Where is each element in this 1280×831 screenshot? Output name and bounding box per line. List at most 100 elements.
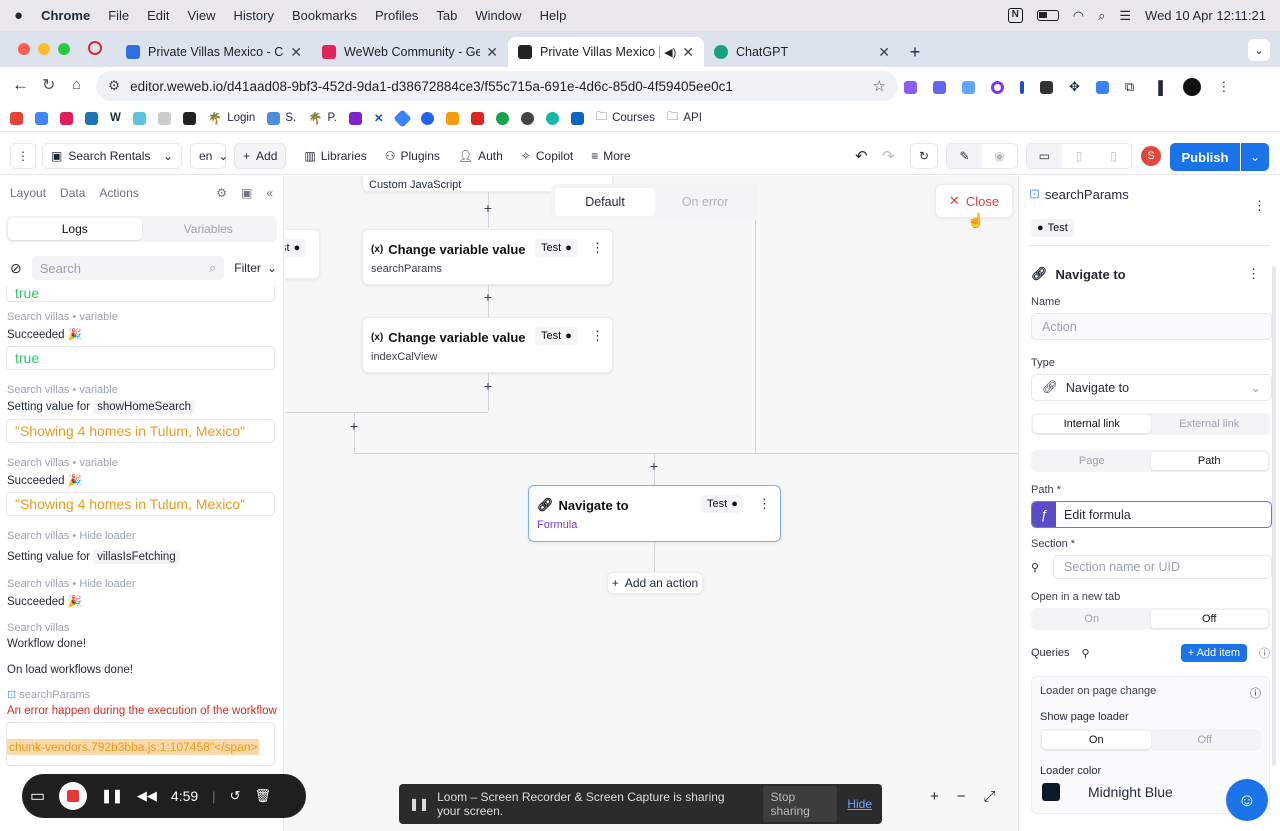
add-step-plus-icon[interactable]: + bbox=[482, 289, 494, 305]
menu-view[interactable]: View bbox=[188, 8, 216, 23]
tab-community[interactable]: WeWeb Community - Get help✕ bbox=[312, 37, 508, 67]
bookmark-icon[interactable] bbox=[445, 111, 459, 125]
bookmark-icon[interactable] bbox=[470, 111, 484, 125]
menu-window[interactable]: Window bbox=[475, 8, 521, 23]
clear-logs-icon[interactable]: ⊘ bbox=[10, 260, 22, 277]
navigate-to-card[interactable]: 🔗︎ Navigate to Formula Test ● ⋮ bbox=[528, 485, 781, 542]
card-menu-kebab-icon[interactable]: ⋮ bbox=[591, 328, 604, 344]
menu-kebab-button[interactable]: ⋮ bbox=[10, 142, 36, 169]
variables-tab[interactable]: Variables bbox=[142, 218, 276, 240]
bookmark-icon[interactable] bbox=[545, 111, 559, 125]
page-select[interactable]: ▣ Search Rentals ⌄ bbox=[42, 142, 182, 169]
redo-icon[interactable]: ↷ bbox=[882, 147, 895, 165]
path-formula-field[interactable]: ƒ Edit formula bbox=[1031, 501, 1272, 528]
default-branch-tab[interactable]: Default bbox=[555, 188, 655, 216]
menu-edit[interactable]: Edit bbox=[147, 8, 169, 23]
site-info-icon[interactable]: ⚙ bbox=[108, 78, 120, 94]
tab-actions[interactable]: Actions bbox=[99, 186, 138, 200]
bind-icon[interactable]: ⚲ bbox=[1082, 647, 1090, 660]
add-action-button[interactable]: + Add an action bbox=[607, 572, 703, 594]
tab-editor[interactable]: Private Villas Mexico | We◀)✕ bbox=[508, 37, 704, 67]
close-tab-icon[interactable]: ✕ bbox=[682, 44, 694, 61]
info-icon[interactable]: ⓘ bbox=[1259, 645, 1270, 661]
action-name-input[interactable]: Action bbox=[1031, 313, 1272, 340]
auth-button[interactable]: 👤︎ Auth bbox=[458, 149, 503, 163]
zoom-in-icon[interactable]: + bbox=[930, 788, 939, 805]
refresh-button[interactable]: ↻ bbox=[910, 143, 938, 169]
mobile-icon[interactable]: ▯ bbox=[1096, 144, 1131, 168]
bookmark-icon[interactable] bbox=[348, 111, 362, 125]
trash-icon[interactable]: 🗑︎ bbox=[254, 788, 271, 804]
log-search-input[interactable]: Search ⌕ bbox=[31, 256, 225, 280]
bookmark-icon[interactable] bbox=[182, 111, 196, 125]
bookmark-icon[interactable] bbox=[132, 111, 146, 125]
test-badge[interactable]: Test ● bbox=[535, 239, 578, 257]
close-window-button[interactable] bbox=[18, 43, 30, 55]
path-tab[interactable]: Path bbox=[1150, 452, 1268, 470]
add-step-plus-icon[interactable]: + bbox=[482, 378, 494, 394]
workflow-canvas[interactable]: Custom JavaScript + Default On error ✕ Cl… bbox=[285, 176, 1018, 831]
language-select[interactable]: en ⌄ bbox=[190, 142, 228, 169]
close-tab-icon[interactable]: ✕ bbox=[486, 44, 498, 61]
tab-layout[interactable]: Layout bbox=[10, 186, 46, 200]
color-swatch[interactable] bbox=[1042, 783, 1060, 801]
gmail-bookmark-icon[interactable] bbox=[10, 111, 23, 125]
camera-icon[interactable]: ▭ bbox=[30, 786, 45, 806]
extension-5-icon[interactable] bbox=[1020, 80, 1024, 94]
edit-mode-pencil-icon[interactable]: ✎ bbox=[947, 144, 982, 168]
fit-screen-icon[interactable]: ⤢ bbox=[984, 788, 996, 805]
bookmark-login[interactable]: 🌴 Login bbox=[208, 111, 255, 125]
menu-kebab-icon[interactable]: ⋮ bbox=[1253, 198, 1266, 214]
scrollbar[interactable] bbox=[1272, 266, 1276, 766]
bookmark-icon[interactable] bbox=[420, 111, 434, 125]
test-badge[interactable]: Test ● bbox=[701, 495, 744, 513]
search-icon[interactable]: ⌕ bbox=[1098, 8, 1105, 24]
info-icon[interactable]: ⓘ bbox=[1250, 685, 1261, 701]
minimize-window-button[interactable] bbox=[38, 43, 50, 55]
bookmark-icon[interactable] bbox=[520, 111, 534, 125]
clock-text[interactable]: Wed 10 Apr 12:11:21 bbox=[1145, 8, 1266, 23]
sidebar-toggle-icon[interactable]: ▌ bbox=[1158, 80, 1167, 95]
extension-7-icon[interactable] bbox=[1095, 80, 1109, 94]
extension-1-icon[interactable] bbox=[904, 80, 917, 94]
add-step-plus-icon[interactable]: + bbox=[482, 200, 494, 216]
test-badge[interactable]: Test ● bbox=[535, 327, 578, 345]
publish-dropdown-chevron-icon[interactable]: ⌄ bbox=[1241, 143, 1269, 171]
apple-icon[interactable]: ● bbox=[14, 7, 23, 24]
menu-history[interactable]: History bbox=[234, 8, 274, 23]
notion-extension-icon[interactable] bbox=[1040, 80, 1053, 94]
extension-2-icon[interactable] bbox=[933, 80, 946, 94]
plugins-button[interactable]: ⚇ Plugins bbox=[385, 149, 440, 163]
url-field[interactable]: ⚙ editor.weweb.io/d41aad08-9bf3-452d-9da… bbox=[96, 71, 898, 101]
menu-app[interactable]: Chrome bbox=[41, 8, 90, 23]
bookmark-api[interactable]: 🗀 API bbox=[667, 109, 702, 128]
test-badge[interactable]: ● Test bbox=[1031, 219, 1074, 237]
libraries-button[interactable]: ▥ Libraries bbox=[304, 149, 366, 163]
menu-kebab-icon[interactable]: ⋮ bbox=[1247, 266, 1260, 282]
notion-tray-icon[interactable]: N bbox=[1007, 8, 1023, 23]
bind-icon[interactable]: ⚲ bbox=[1031, 561, 1047, 574]
new-tab-on[interactable]: On bbox=[1033, 610, 1151, 628]
linkedin-bookmark-icon[interactable] bbox=[570, 111, 584, 125]
control-center-icon[interactable]: ☰ bbox=[1119, 8, 1131, 24]
filter-dropdown[interactable]: Filter ⌄ bbox=[234, 261, 277, 275]
tab-data[interactable]: Data bbox=[60, 186, 85, 200]
add-step-plus-icon[interactable]: + bbox=[648, 458, 660, 474]
add-step-plus-icon[interactable]: + bbox=[348, 418, 360, 434]
bookmark-p[interactable]: 🌴 P. bbox=[308, 111, 337, 125]
more-button[interactable]: ≡ More bbox=[591, 149, 630, 163]
zoom-out-icon[interactable]: − bbox=[957, 788, 966, 805]
home-icon[interactable]: ⌂ bbox=[72, 76, 81, 93]
page-tab[interactable]: Page bbox=[1033, 452, 1151, 470]
bookmark-icon[interactable] bbox=[157, 111, 171, 125]
bookmark-star-icon[interactable]: ☆ bbox=[873, 77, 886, 95]
card-menu-kebab-icon[interactable]: ⋮ bbox=[591, 240, 604, 256]
show-loader-on[interactable]: On bbox=[1042, 731, 1151, 749]
new-tab-button[interactable]: + bbox=[900, 37, 930, 67]
copilot-button[interactable]: ✧ Copilot bbox=[521, 149, 573, 163]
change-variable-card-2[interactable]: (x) Change variable value indexCalView Te… bbox=[362, 317, 613, 373]
test-badge[interactable]: st● bbox=[285, 239, 307, 257]
show-loader-off[interactable]: Off bbox=[1151, 731, 1260, 749]
close-tab-icon[interactable]: ✕ bbox=[290, 44, 302, 61]
bookmark-icon[interactable] bbox=[85, 111, 98, 125]
